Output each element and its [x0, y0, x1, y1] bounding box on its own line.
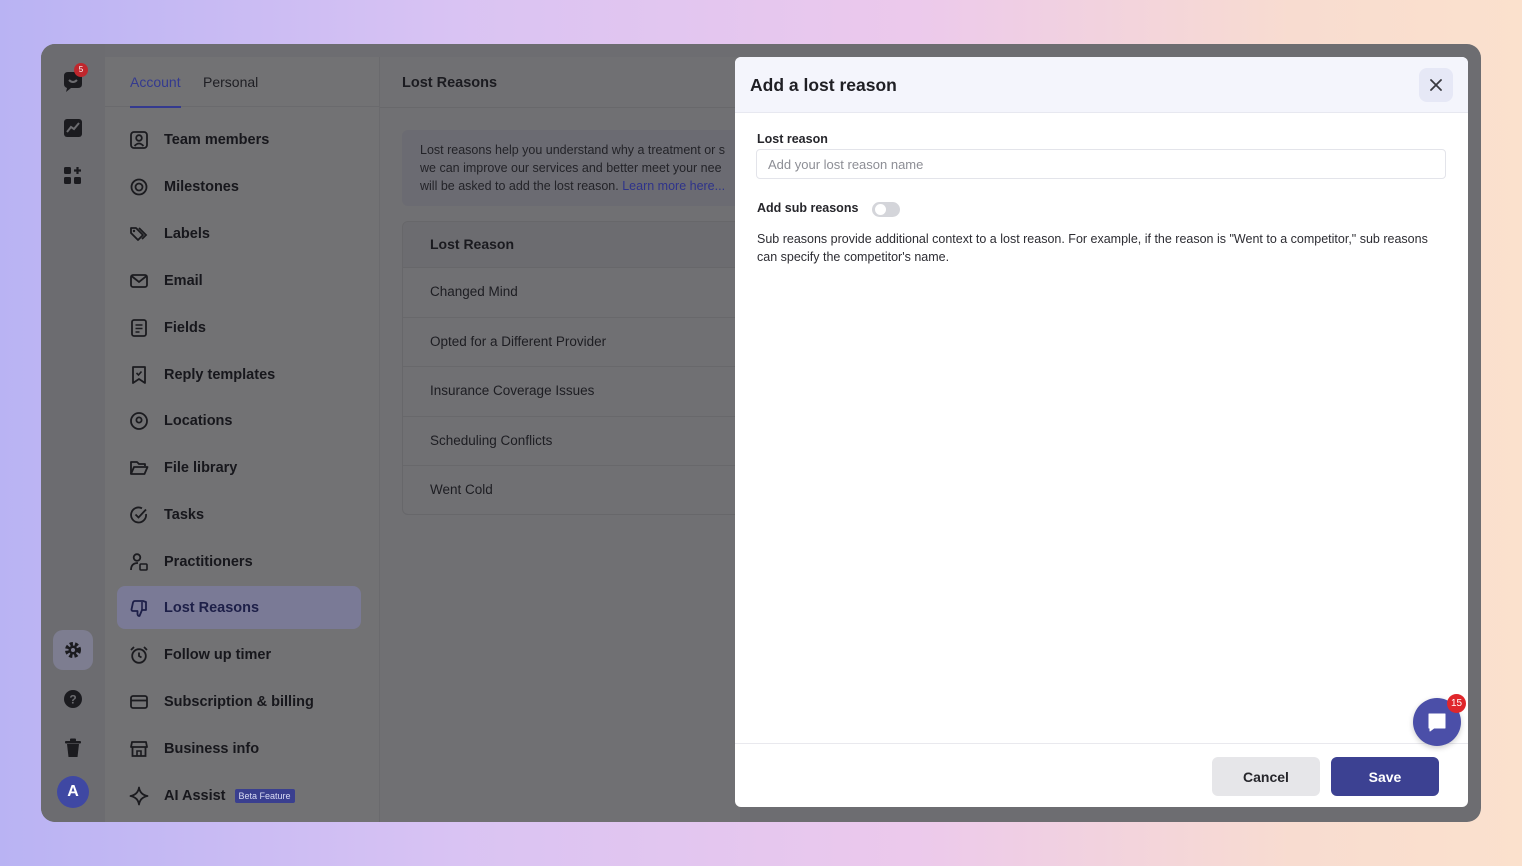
settings-gear-icon[interactable]	[53, 630, 93, 670]
save-button[interactable]: Save	[1331, 757, 1439, 796]
table-row[interactable]: Changed Mind	[403, 268, 741, 318]
chat-unread-badge: 15	[1447, 694, 1466, 713]
sidebar-item-label: Email	[164, 272, 203, 289]
mail-icon	[130, 273, 148, 288]
form-icon	[131, 318, 147, 337]
toggle-knob	[875, 204, 886, 215]
sidebar-item-ai-assist[interactable]: AI Assist Beta Feature	[117, 774, 361, 817]
sidebar-item-email[interactable]: Email	[117, 259, 361, 302]
close-icon	[1430, 79, 1442, 91]
table-row[interactable]: Insurance Coverage Issues	[403, 367, 741, 417]
sidebar-item-practitioners[interactable]: Practitioners	[117, 540, 361, 583]
sidebar-item-milestones[interactable]: Milestones	[117, 165, 361, 208]
dialog-title: Add a lost reason	[750, 75, 897, 95]
sidebar-item-label: Subscription & billing	[164, 693, 314, 710]
sidebar-item-label: Lost Reasons	[164, 599, 260, 616]
app-window: 5 ? A Account Personal Team members Mile…	[41, 44, 1481, 822]
store-icon	[130, 740, 148, 757]
folder-open-icon	[130, 460, 149, 475]
bookmark-icon	[132, 365, 146, 384]
sidebar-item-locations[interactable]: Locations	[117, 399, 361, 442]
sidebar-item-follow-up-timer[interactable]: Follow up timer	[117, 633, 361, 676]
sidebar-item-fields[interactable]: Fields	[117, 306, 361, 349]
settings-tabs: Account Personal	[105, 57, 380, 108]
trash-icon[interactable]	[53, 728, 93, 768]
credit-card-icon	[130, 694, 148, 709]
sidebar-item-label: File library	[164, 459, 238, 476]
sidebar-item-team-members[interactable]: Team members	[117, 118, 361, 161]
sidebar-item-reply-templates[interactable]: Reply templates	[117, 353, 361, 396]
thumbs-down-icon	[130, 599, 147, 617]
sidebar-item-label: Team members	[164, 131, 270, 148]
sidebar-item-label: Business info	[164, 740, 260, 757]
info-text-line: we can improve our services and better m…	[420, 161, 722, 175]
lost-reasons-page: Lost Reasons Lost reasons help you under…	[380, 57, 742, 822]
settings-sidebar: Account Personal Team members Milestones…	[105, 57, 443, 822]
sidebar-item-label: Labels	[164, 225, 210, 242]
table-row[interactable]: Scheduling Conflicts	[403, 417, 741, 467]
add-lost-reason-dialog: Add a lost reason Lost reason Add sub re…	[735, 57, 1468, 807]
sidebar-item-lost-reasons[interactable]: Lost Reasons	[117, 586, 361, 629]
check-circle-icon	[130, 506, 147, 523]
sidebar-item-label: Tasks	[164, 506, 205, 523]
sidebar-item-tasks[interactable]: Tasks	[117, 493, 361, 536]
app-rail: 5 ? A	[41, 44, 105, 822]
sub-reasons-toggle[interactable]	[872, 202, 900, 217]
analytics-icon[interactable]	[53, 108, 93, 148]
info-text-line: will be asked to add the lost reason.	[420, 179, 619, 193]
chat-icon	[1428, 713, 1446, 732]
avatar[interactable]: A	[57, 776, 89, 808]
page-title: Lost Reasons	[402, 75, 498, 91]
close-button[interactable]	[1419, 68, 1453, 102]
help-icon[interactable]: ?	[53, 679, 93, 719]
sidebar-item-label: Practitioners	[164, 553, 253, 570]
sidebar-item-business-info[interactable]: Business info	[117, 727, 361, 770]
user-square-icon	[130, 130, 148, 149]
apps-grid-icon[interactable]	[53, 156, 93, 196]
table-row[interactable]: Went Cold	[403, 466, 741, 514]
sidebar-item-label: Fields	[164, 319, 206, 336]
table-header: Lost Reason	[403, 222, 741, 268]
lost-reason-label: Lost reason	[757, 132, 828, 146]
tags-icon	[130, 226, 148, 241]
cancel-button[interactable]: Cancel	[1212, 757, 1320, 796]
sidebar-item-subscription-billing[interactable]: Subscription & billing	[117, 680, 361, 723]
info-banner: Lost reasons help you understand why a t…	[402, 130, 742, 206]
lost-reason-input[interactable]	[756, 149, 1446, 179]
header-divider	[380, 107, 740, 108]
map-pin-icon	[130, 411, 148, 430]
learn-more-link[interactable]: Learn more here...	[622, 179, 725, 193]
tab-account[interactable]: Account	[130, 74, 181, 108]
info-text-line: Lost reasons help you understand why a t…	[420, 143, 726, 157]
tab-personal[interactable]: Personal	[203, 74, 258, 90]
lost-reasons-table: Lost Reason Changed Mind Opted for a Dif…	[402, 221, 742, 515]
practitioner-icon	[130, 552, 148, 571]
sidebar-item-labels[interactable]: Labels	[117, 212, 361, 255]
beta-badge: Beta Feature	[234, 788, 295, 803]
target-icon	[130, 178, 148, 195]
sidebar-item-label: Milestones	[164, 178, 239, 195]
sub-reasons-helper-text: Sub reasons provide additional context t…	[757, 232, 1428, 264]
sparkle-icon	[129, 786, 149, 805]
notification-badge: 5	[74, 63, 88, 77]
alarm-clock-icon	[130, 645, 148, 664]
sub-reasons-label: Add sub reasons	[757, 201, 859, 215]
sidebar-item-file-library[interactable]: File library	[117, 446, 361, 489]
table-row[interactable]: Opted for a Different Provider	[403, 318, 741, 368]
sidebar-item-label: Locations	[164, 412, 233, 429]
sidebar-item-label: Reply templates	[164, 366, 276, 383]
sidebar-item-label: Follow up timer	[164, 646, 272, 663]
dialog-header: Add a lost reason	[735, 57, 1468, 113]
sidebar-item-label: AI Assist	[164, 787, 226, 804]
svg-text:?: ?	[69, 693, 76, 707]
footer-divider	[735, 743, 1468, 744]
